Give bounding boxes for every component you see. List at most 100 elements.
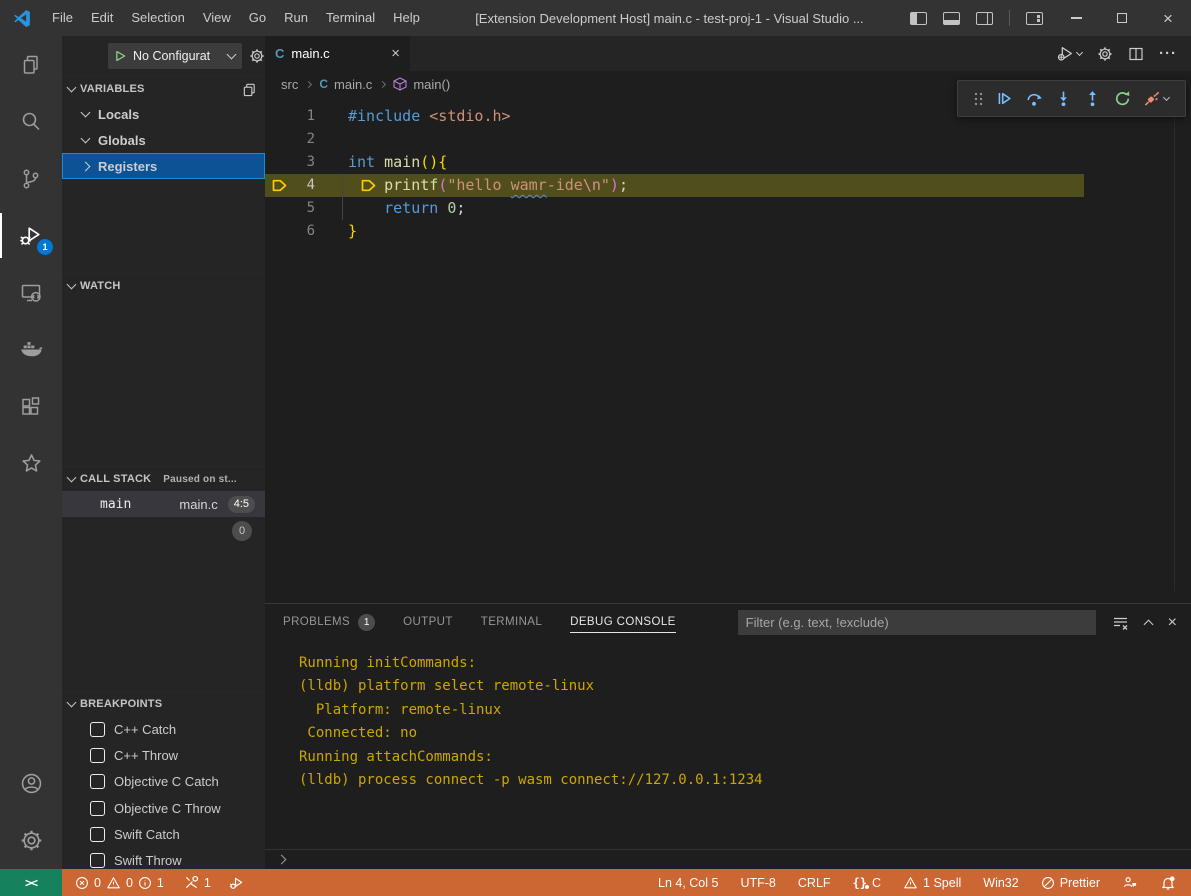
run-and-debug-icon[interactable]: 1 <box>0 207 62 264</box>
copy-value-icon[interactable] <box>242 82 257 97</box>
language-mode[interactable]: {} C <box>853 876 881 890</box>
menu-file[interactable]: File <box>43 0 82 36</box>
panel-tab-problems[interactable]: PROBLEMS1 <box>283 604 375 641</box>
variables-item-registers[interactable]: Registers <box>62 153 265 179</box>
breakpoint-checkbox[interactable] <box>90 853 105 868</box>
gutter[interactable]: 1 <box>265 105 348 128</box>
breakpoint-checkbox[interactable] <box>90 774 105 789</box>
panel-tab-debug-console[interactable]: DEBUG CONSOLE <box>570 604 676 641</box>
divider <box>1009 10 1010 26</box>
gutter[interactable]: 2 <box>265 128 348 151</box>
variables-item-globals[interactable]: Globals <box>62 127 265 153</box>
extensions-icon[interactable] <box>0 378 62 435</box>
breakpoint-checkbox[interactable] <box>90 722 105 737</box>
breadcrumb-src[interactable]: src <box>281 77 298 92</box>
disconnect-icon[interactable] <box>1143 90 1169 107</box>
notifications-button[interactable] <box>1160 875 1176 891</box>
menu-edit[interactable]: Edit <box>82 0 122 36</box>
settings-gear-icon[interactable] <box>1097 46 1113 62</box>
breakpoint-row[interactable]: Swift Throw <box>62 847 265 869</box>
breakpoints-header[interactable]: BREAKPOINTS <box>62 692 265 716</box>
toggle-sidebar-icon[interactable] <box>910 12 927 25</box>
chevron-down-icon[interactable] <box>1163 93 1170 100</box>
more-actions-icon[interactable]: ··· <box>1159 45 1177 62</box>
step-out-icon[interactable] <box>1084 90 1101 107</box>
star-icon[interactable] <box>0 435 62 492</box>
tab-main-c[interactable]: C main.c × <box>265 36 410 71</box>
symbol-cube-icon <box>393 77 407 91</box>
debug-status[interactable] <box>229 875 245 891</box>
remote-indicator[interactable]: >< <box>0 869 62 896</box>
chevron-down-icon <box>227 50 237 60</box>
variables-header[interactable]: VARIABLES <box>62 77 265 101</box>
start-debug-icon[interactable] <box>115 50 126 62</box>
gutter[interactable]: 5 <box>265 197 348 220</box>
feedback-button[interactable] <box>1122 875 1138 890</box>
panel-tab-terminal[interactable]: TERMINAL <box>481 604 542 641</box>
gutter[interactable]: 3 <box>265 151 348 174</box>
settings-gear-icon[interactable] <box>0 812 62 869</box>
toolbar-gripper[interactable] <box>974 92 983 106</box>
panel-tab-output[interactable]: OUTPUT <box>403 604 453 641</box>
run-or-debug-button[interactable] <box>1057 45 1082 62</box>
clear-console-icon[interactable] <box>1112 615 1129 631</box>
spell-checker-status[interactable]: 1 Spell <box>903 876 961 890</box>
step-over-icon[interactable] <box>1025 90 1043 107</box>
continue-icon[interactable] <box>996 90 1013 107</box>
menu-run[interactable]: Run <box>275 0 317 36</box>
minimize-button[interactable] <box>1053 0 1099 36</box>
menu-view[interactable]: View <box>194 0 240 36</box>
breakpoint-row[interactable]: C++ Catch <box>62 716 265 742</box>
encoding-indicator[interactable]: UTF-8 <box>740 876 775 890</box>
restart-icon[interactable] <box>1114 90 1131 107</box>
watch-header[interactable]: WATCH <box>62 274 265 298</box>
problems-status[interactable]: 0 0 1 <box>75 876 164 890</box>
menu-help[interactable]: Help <box>384 0 429 36</box>
cursor-position[interactable]: Ln 4, Col 5 <box>658 876 718 890</box>
formatter-indicator[interactable]: Prettier <box>1041 876 1100 890</box>
account-icon[interactable] <box>0 755 62 812</box>
breakpoint-checkbox[interactable] <box>90 748 105 763</box>
ports-status[interactable]: 1 <box>184 875 211 890</box>
breakpoint-row[interactable]: Swift Catch <box>62 821 265 847</box>
breakpoint-row[interactable]: C++ Throw <box>62 742 265 768</box>
split-editor-icon[interactable] <box>1128 46 1144 62</box>
close-button[interactable]: × <box>1145 0 1191 36</box>
tab-close-icon[interactable]: × <box>391 45 400 62</box>
activity-bar: 1 <box>0 36 62 869</box>
launch-config-dropdown[interactable]: No Configurat <box>108 43 242 69</box>
open-launch-json-gear-icon[interactable] <box>249 48 265 64</box>
breakpoint-checkbox[interactable] <box>90 827 105 842</box>
stack-frame-row[interactable]: main main.c 4:5 <box>62 491 265 517</box>
maximize-panel-icon[interactable] <box>1143 620 1153 630</box>
search-icon[interactable] <box>0 93 62 150</box>
toggle-secondary-sidebar-icon[interactable] <box>976 12 993 25</box>
variables-item-locals[interactable]: Locals <box>62 101 265 127</box>
breadcrumb-symbol[interactable]: main() <box>413 77 450 92</box>
step-into-icon[interactable] <box>1055 90 1072 107</box>
docker-icon[interactable] <box>0 321 62 378</box>
eol-indicator[interactable]: CRLF <box>798 876 831 890</box>
breadcrumb-file[interactable]: main.c <box>334 77 372 92</box>
breakpoint-row[interactable]: Objective C Catch <box>62 769 265 795</box>
menu-selection[interactable]: Selection <box>122 0 193 36</box>
console-filter-input[interactable] <box>738 610 1096 635</box>
platform-indicator[interactable]: Win32 <box>983 876 1018 890</box>
toggle-panel-icon[interactable] <box>943 12 960 25</box>
menu-go[interactable]: Go <box>240 0 275 36</box>
breakpoint-row[interactable]: Objective C Throw <box>62 795 265 821</box>
breakpoint-checkbox[interactable] <box>90 801 105 816</box>
gutter[interactable]: 6 <box>265 220 348 243</box>
debug-console-output[interactable]: Running initCommands:(lldb) platform sel… <box>265 641 1191 849</box>
debug-console-input[interactable] <box>265 849 1191 869</box>
gutter[interactable]: 4 <box>265 174 348 197</box>
source-control-icon[interactable] <box>0 150 62 207</box>
close-panel-icon[interactable]: × <box>1168 615 1177 631</box>
explorer-icon[interactable] <box>0 36 62 93</box>
customize-layout-icon[interactable] <box>1026 12 1043 25</box>
call-stack-header[interactable]: CALL STACK Paused on st... <box>62 467 265 491</box>
code-editor[interactable]: 1#include <stdio.h>23int main(){4 printf… <box>265 97 1191 603</box>
menu-terminal[interactable]: Terminal <box>317 0 384 36</box>
maximize-button[interactable] <box>1099 0 1145 36</box>
remote-explorer-icon[interactable] <box>0 264 62 321</box>
